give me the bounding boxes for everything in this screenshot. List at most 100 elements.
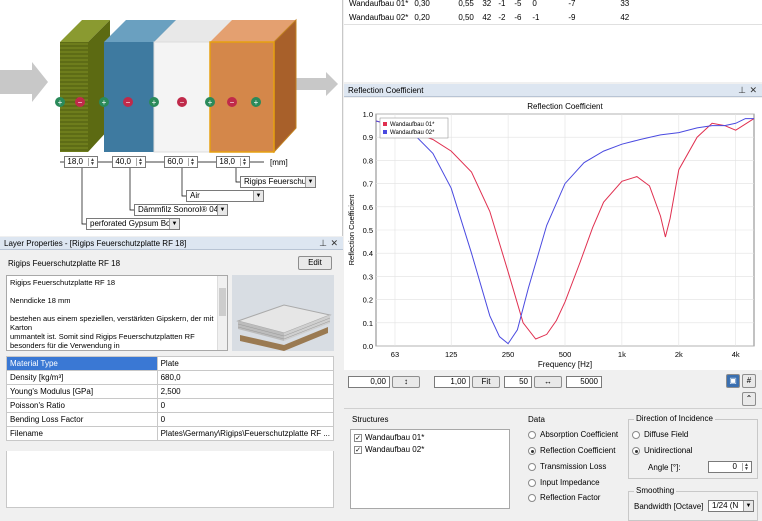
svg-text:+: +: [152, 98, 157, 107]
svg-text:−: −: [180, 98, 185, 107]
layer-description: Rigips Feuerschutzplatte RF 18 Nenndicke…: [6, 275, 228, 351]
scrollbar[interactable]: [217, 276, 227, 350]
results-table-panel: Wandaufbau 01* 0,30 0,55 32 -1 -5 0 -7 3…: [344, 0, 762, 82]
svg-text:+: +: [208, 98, 213, 107]
structures-label: Structures: [352, 415, 389, 424]
x-tick-label: 4k: [732, 350, 740, 359]
structure-item-1[interactable]: ✓ Wandaufbau 01*: [354, 433, 424, 442]
data-option-reflection-factor[interactable]: Reflection Factor: [528, 493, 600, 502]
table-row[interactable]: Wandaufbau 01* 0,30 0,55 32 -1 -5 0 -7 3…: [346, 0, 657, 10]
svg-text:−: −: [126, 98, 131, 107]
y-tick-label: 0.6: [363, 203, 373, 212]
radio-icon[interactable]: [632, 430, 640, 439]
radio-selected-icon[interactable]: [632, 446, 640, 455]
results-table: Wandaufbau 01* 0,30 0,55 32 -1 -5 0 -7 3…: [346, 0, 657, 24]
incidence-unidirectional[interactable]: Unidirectional: [632, 446, 692, 455]
angle-input[interactable]: 0 ▲ ▼: [708, 461, 752, 473]
layer-material-select-4[interactable]: Rigips Feuerschutz ▼: [240, 176, 316, 188]
thickness-input-2[interactable]: 40,0 ▲ ▼: [112, 156, 146, 168]
chart-view-icon[interactable]: ▣: [726, 374, 740, 388]
x-max-input[interactable]: 5000: [566, 376, 602, 388]
data-option-reflection[interactable]: Reflection Coefficient: [528, 446, 615, 455]
bandwidth-label: Bandwidth [Octave]: [634, 502, 704, 511]
thickness-input-3[interactable]: 60,0 ▲ ▼: [164, 156, 198, 168]
table-row[interactable]: Filename Plates\Germany\Rigips\Feuerschut…: [6, 426, 335, 441]
grid-toggle-icon[interactable]: #: [742, 374, 756, 388]
zoom-out-y-button[interactable]: ↕: [392, 376, 420, 388]
svg-text:+: +: [102, 98, 107, 107]
x-tick-label: 63: [391, 350, 399, 359]
pin-icon[interactable]: ⊥: [319, 237, 327, 250]
checkbox-checked-icon[interactable]: ✓: [354, 445, 362, 454]
layer-properties-panel: Rigips Feuerschutzplatte RF 18 Edit Rigi…: [0, 251, 343, 508]
pin-icon[interactable]: ⊥: [738, 84, 746, 97]
radio-selected-icon[interactable]: [528, 446, 536, 455]
layer-properties-title: Layer Properties - [Rigips Feuerschutzpl…: [0, 237, 343, 250]
data-option-transmission[interactable]: Transmission Loss: [528, 462, 606, 471]
radio-icon[interactable]: [528, 430, 536, 439]
table-row[interactable]: Density [kg/m³] 680,0: [6, 370, 335, 385]
radio-icon[interactable]: [528, 462, 536, 471]
checkbox-checked-icon[interactable]: ✓: [354, 433, 362, 442]
wall-builder-panel: + − + − + − + − + 18,0 ▲ ▼ 40,0 ▲ ▼ 60,0 ▲ ▼ 1…: [0, 0, 343, 236]
y-tick-label: 0.5: [363, 226, 373, 235]
svg-text:+: +: [254, 98, 259, 107]
layer-gypsum-front: [60, 42, 88, 152]
properties-table: Material Type Plate Density [kg/m³] 680,0…: [6, 356, 335, 441]
layer-material-select-2[interactable]: Dämmfilz Sonorol® 040 ▼: [134, 204, 228, 216]
data-option-absorption[interactable]: Absorption Coefficient: [528, 430, 618, 439]
table-row[interactable]: Poisson's Ratio 0: [6, 398, 335, 413]
y-tick-label: 0.3: [363, 272, 373, 281]
y-tick-label: 0.9: [363, 133, 373, 142]
x-tick-label: 2k: [675, 350, 683, 359]
reflection-coefficient-chart: Reflection Coefficient 0.0 0.1 0.2 0.3 0.4 0.5…: [347, 102, 755, 369]
y-max-input[interactable]: 1,00: [434, 376, 470, 388]
bandwidth-select[interactable]: 1/24 (N ▼: [708, 500, 754, 512]
smoothing-label: Smoothing: [634, 486, 677, 495]
legend-label: Wandaufbau 01*: [390, 122, 435, 128]
thickness-input-4[interactable]: 18,0 ▲ ▼: [216, 156, 250, 168]
fit-button[interactable]: Fit: [472, 376, 500, 388]
y-min-input[interactable]: 0,00: [348, 376, 390, 388]
table-row[interactable]: Young's Modulus [GPa] 2,500: [6, 384, 335, 399]
chart-title: Reflection Coefficient: [527, 102, 603, 111]
data-option-impedance[interactable]: Input Impedance: [528, 478, 600, 487]
close-icon[interactable]: ✕: [749, 84, 757, 97]
structures-list: ✓ Wandaufbau 01* ✓ Wandaufbau 02*: [350, 429, 510, 509]
table-row[interactable]: Bending Loss Factor 0: [6, 412, 335, 427]
close-icon[interactable]: ✕: [330, 237, 338, 250]
y-tick-label: 0.4: [363, 249, 373, 258]
incident-arrow-icon: [0, 62, 48, 102]
table-row[interactable]: Material Type Plate: [6, 356, 335, 371]
table-row[interactable]: Wandaufbau 02* 0,20 0,50 42 -2 -6 -1 -9 …: [346, 10, 657, 24]
x-min-input[interactable]: 50: [504, 376, 532, 388]
svg-text:+: +: [58, 98, 63, 107]
svg-text:−: −: [230, 98, 235, 107]
y-tick-label: 0.1: [363, 319, 373, 328]
zoom-out-x-button[interactable]: ↔: [534, 376, 562, 388]
radio-icon[interactable]: [528, 493, 536, 502]
layer-material-select-3[interactable]: Air ▼: [186, 190, 264, 202]
layer-board-front: [209, 41, 275, 153]
transmitted-arrow-icon: [290, 72, 338, 96]
thickness-input-1[interactable]: 18,0 ▲ ▼: [64, 156, 98, 168]
legend-swatch: [383, 130, 387, 134]
edit-button[interactable]: Edit: [298, 256, 332, 270]
radio-icon[interactable]: [528, 478, 536, 487]
incidence-label: Direction of Incidence: [634, 414, 715, 423]
thickness-unit: [mm]: [270, 158, 288, 167]
y-axis-label: Reflection Coefficient: [347, 194, 356, 266]
legend-swatch: [383, 122, 387, 126]
svg-text:−: −: [78, 98, 83, 107]
y-tick-label: 0.0: [363, 342, 373, 351]
x-tick-label: 250: [502, 350, 515, 359]
reflection-panel-title: Reflection Coefficient ⊥ ✕: [344, 84, 762, 97]
collapse-up-icon[interactable]: ⌃: [742, 392, 756, 406]
layer-material-select-1[interactable]: perforated Gypsum Boar ▼: [86, 218, 180, 230]
options-area: Structures ✓ Wandaufbau 01* ✓ Wandaufbau 0…: [344, 408, 762, 521]
layer-insulation-front: [104, 42, 154, 152]
layer-name: Rigips Feuerschutzplatte RF 18: [8, 259, 121, 268]
incidence-diffuse[interactable]: Diffuse Field: [632, 430, 688, 439]
x-tick-label: 500: [559, 350, 572, 359]
structure-item-2[interactable]: ✓ Wandaufbau 02*: [354, 445, 424, 454]
